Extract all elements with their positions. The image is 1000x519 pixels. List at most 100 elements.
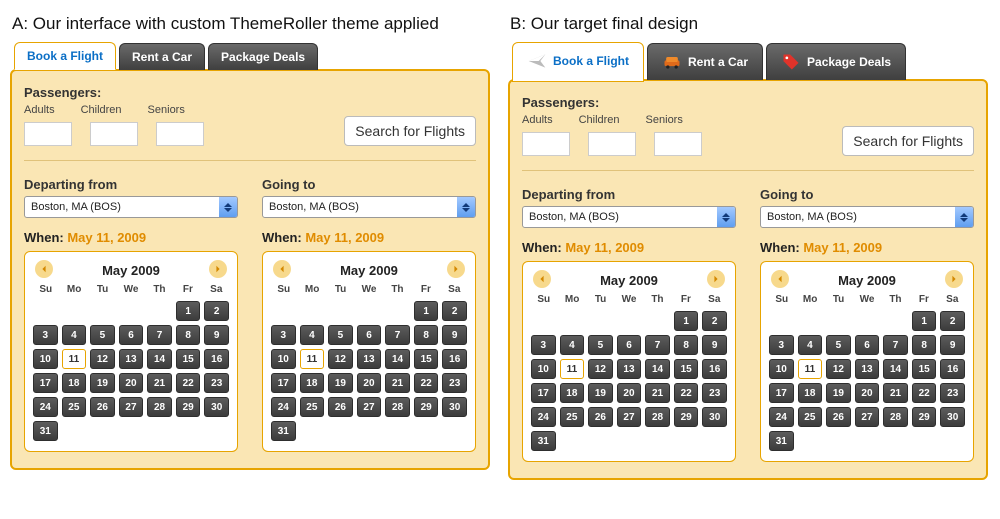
calendar-day[interactable]: 4 — [62, 325, 87, 345]
calendar-day[interactable]: 18 — [62, 373, 87, 393]
calendar-day[interactable]: 19 — [826, 383, 851, 403]
calendar-day[interactable]: 15 — [414, 349, 439, 369]
calendar-day[interactable]: 13 — [617, 359, 642, 379]
calendar-day[interactable]: 28 — [147, 397, 172, 417]
tab-package-deals[interactable]: Package Deals — [208, 43, 318, 70]
calendar-day[interactable]: 25 — [560, 407, 585, 427]
calendar-day[interactable]: 31 — [271, 421, 296, 441]
calendar-day[interactable]: 30 — [940, 407, 965, 427]
prev-month-button[interactable] — [273, 260, 291, 278]
calendar-day[interactable]: 29 — [912, 407, 937, 427]
calendar-day[interactable]: 27 — [617, 407, 642, 427]
calendar-day[interactable]: 6 — [617, 335, 642, 355]
calendar-day[interactable]: 2 — [442, 301, 467, 321]
calendar-day[interactable]: 18 — [798, 383, 823, 403]
calendar-day[interactable]: 30 — [702, 407, 727, 427]
calendar-day[interactable]: 14 — [385, 349, 410, 369]
calendar-day[interactable]: 18 — [300, 373, 325, 393]
calendar-day[interactable]: 8 — [176, 325, 201, 345]
calendar-day[interactable]: 26 — [328, 397, 353, 417]
city-select[interactable]: Boston, MA (BOS) — [760, 206, 974, 228]
calendar-day[interactable]: 24 — [769, 407, 794, 427]
calendar-day[interactable]: 31 — [33, 421, 58, 441]
calendar-day[interactable]: 21 — [883, 383, 908, 403]
calendar-day[interactable]: 22 — [912, 383, 937, 403]
calendar-day[interactable]: 9 — [204, 325, 229, 345]
calendar-day[interactable]: 26 — [588, 407, 613, 427]
calendar-day[interactable]: 10 — [531, 359, 556, 379]
calendar-day[interactable]: 21 — [147, 373, 172, 393]
prev-month-button[interactable] — [35, 260, 53, 278]
calendar-day[interactable]: 17 — [271, 373, 296, 393]
search-flights-button[interactable]: Search for Flights — [344, 116, 476, 146]
calendar-day[interactable]: 26 — [826, 407, 851, 427]
calendar-day[interactable]: 14 — [645, 359, 670, 379]
calendar-day[interactable]: 19 — [588, 383, 613, 403]
city-select[interactable]: Boston, MA (BOS) — [24, 196, 238, 218]
calendar-day[interactable]: 31 — [769, 431, 794, 451]
input-children-b[interactable] — [588, 132, 636, 156]
calendar-day[interactable]: 29 — [414, 397, 439, 417]
calendar-day[interactable]: 27 — [357, 397, 382, 417]
calendar-day[interactable]: 30 — [442, 397, 467, 417]
calendar-day[interactable]: 7 — [883, 335, 908, 355]
calendar-day[interactable]: 24 — [271, 397, 296, 417]
calendar-day[interactable]: 25 — [798, 407, 823, 427]
calendar-day[interactable]: 19 — [90, 373, 115, 393]
calendar-day[interactable]: 24 — [531, 407, 556, 427]
calendar-day[interactable]: 12 — [826, 359, 851, 379]
calendar-day[interactable]: 13 — [855, 359, 880, 379]
calendar-day[interactable]: 8 — [414, 325, 439, 345]
calendar-day[interactable]: 25 — [62, 397, 87, 417]
calendar-day[interactable]: 13 — [357, 349, 382, 369]
prev-month-button[interactable] — [771, 270, 789, 288]
calendar-day[interactable]: 5 — [328, 325, 353, 345]
calendar-day[interactable]: 20 — [855, 383, 880, 403]
calendar-day[interactable]: 10 — [271, 349, 296, 369]
calendar-day[interactable]: 6 — [357, 325, 382, 345]
next-month-button[interactable] — [707, 270, 725, 288]
input-seniors[interactable] — [156, 122, 204, 146]
calendar-day[interactable]: 14 — [147, 349, 172, 369]
tab-book-flight[interactable]: Book a Flight — [14, 42, 116, 70]
calendar-day[interactable]: 9 — [442, 325, 467, 345]
calendar-day[interactable]: 26 — [90, 397, 115, 417]
calendar-day[interactable]: 19 — [328, 373, 353, 393]
calendar-day[interactable]: 1 — [414, 301, 439, 321]
calendar-day[interactable]: 15 — [674, 359, 699, 379]
input-seniors-b[interactable] — [654, 132, 702, 156]
calendar-day[interactable]: 5 — [90, 325, 115, 345]
tab-rent-car-b[interactable]: Rent a Car — [647, 43, 763, 80]
calendar-day[interactable]: 22 — [176, 373, 201, 393]
calendar-day[interactable]: 17 — [769, 383, 794, 403]
calendar-day[interactable]: 27 — [119, 397, 144, 417]
calendar-day[interactable]: 23 — [702, 383, 727, 403]
calendar-day[interactable]: 21 — [645, 383, 670, 403]
calendar-day[interactable]: 15 — [912, 359, 937, 379]
calendar-day[interactable]: 2 — [204, 301, 229, 321]
calendar-day[interactable]: 22 — [414, 373, 439, 393]
calendar-day[interactable]: 3 — [271, 325, 296, 345]
calendar-day[interactable]: 2 — [702, 311, 727, 331]
calendar-day[interactable]: 11 — [798, 359, 823, 379]
calendar-day[interactable]: 3 — [33, 325, 58, 345]
calendar-day[interactable]: 6 — [855, 335, 880, 355]
calendar-day[interactable]: 6 — [119, 325, 144, 345]
calendar-day[interactable]: 21 — [385, 373, 410, 393]
calendar-day[interactable]: 14 — [883, 359, 908, 379]
prev-month-button[interactable] — [533, 270, 551, 288]
calendar-day[interactable]: 12 — [588, 359, 613, 379]
calendar-day[interactable]: 28 — [385, 397, 410, 417]
input-adults-b[interactable] — [522, 132, 570, 156]
next-month-button[interactable] — [209, 260, 227, 278]
calendar-day[interactable]: 17 — [33, 373, 58, 393]
calendar-day[interactable]: 23 — [204, 373, 229, 393]
calendar-day[interactable]: 16 — [204, 349, 229, 369]
calendar-day[interactable]: 10 — [769, 359, 794, 379]
calendar-day[interactable]: 20 — [617, 383, 642, 403]
input-children[interactable] — [90, 122, 138, 146]
calendar-day[interactable]: 31 — [531, 431, 556, 451]
tab-book-flight-b[interactable]: Book a Flight — [512, 42, 644, 82]
calendar-day[interactable]: 16 — [940, 359, 965, 379]
calendar-day[interactable]: 12 — [90, 349, 115, 369]
